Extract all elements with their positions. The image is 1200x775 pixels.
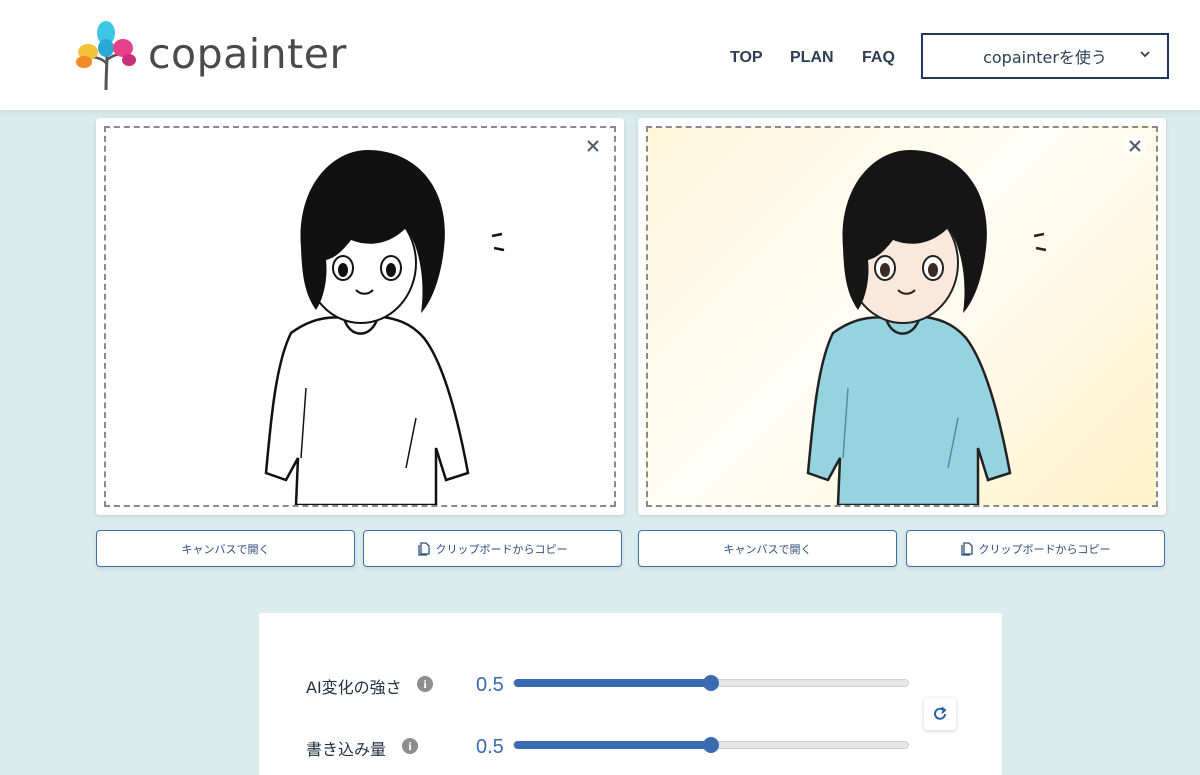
open-in-canvas-button-left[interactable]: キャンバスで開く (96, 530, 355, 567)
write-amount-slider-thumb[interactable] (703, 737, 719, 753)
info-icon[interactable]: i (417, 676, 433, 692)
site-header: copainter TOP PLAN FAQ copainterを使う (0, 0, 1200, 110)
open-in-canvas-label: キャンバスで開く (723, 542, 812, 556)
info-icon[interactable]: i (402, 738, 418, 754)
logo-text: copainter (148, 30, 347, 78)
line-art-illustration (264, 150, 505, 505)
close-output-button[interactable] (1124, 135, 1146, 157)
use-copainter-dropdown[interactable]: copainterを使う (921, 33, 1169, 79)
logo[interactable]: copainter (76, 20, 356, 92)
open-in-canvas-label: キャンバスで開く (181, 542, 270, 556)
close-icon (587, 140, 599, 152)
clipboard-icon (960, 541, 973, 556)
copy-from-clipboard-button-left[interactable]: クリップボードからコピー (363, 530, 622, 567)
ai-strength-slider-thumb[interactable] (703, 675, 719, 691)
use-copainter-label: copainterを使う (983, 48, 1107, 67)
chevron-down-icon (1139, 48, 1151, 64)
input-image-panel (96, 118, 624, 515)
colored-illustration (806, 150, 1047, 505)
ai-strength-slider[interactable] (513, 675, 909, 691)
nav-plan[interactable]: PLAN (790, 49, 834, 67)
write-amount-slider[interactable] (513, 737, 909, 753)
nav-faq[interactable]: FAQ (862, 49, 895, 67)
ai-strength-value: 0.5 (476, 674, 504, 696)
write-amount-value: 0.5 (476, 736, 504, 758)
write-amount-slider-fill (514, 741, 711, 749)
output-image-area (646, 126, 1158, 507)
close-icon (1129, 140, 1141, 152)
input-image-dropzone[interactable] (104, 126, 616, 507)
ai-strength-label: AI変化の強さ (306, 678, 402, 697)
copainter-logo-icon (76, 21, 136, 91)
reset-icon (934, 706, 947, 720)
ai-strength-slider-fill (514, 679, 711, 687)
reset-button[interactable] (924, 698, 956, 730)
nav-top[interactable]: TOP (730, 49, 763, 67)
copy-from-clipboard-label: クリップボードからコピー (435, 542, 568, 556)
copy-from-clipboard-label: クリップボードからコピー (978, 542, 1111, 556)
clipboard-icon (417, 541, 430, 556)
copy-from-clipboard-button-right[interactable]: クリップボードからコピー (906, 530, 1165, 567)
close-input-button[interactable] (582, 135, 604, 157)
write-amount-label: 書き込み量 (306, 740, 387, 759)
open-in-canvas-button-right[interactable]: キャンバスで開く (638, 530, 897, 567)
output-image-panel (638, 118, 1166, 515)
